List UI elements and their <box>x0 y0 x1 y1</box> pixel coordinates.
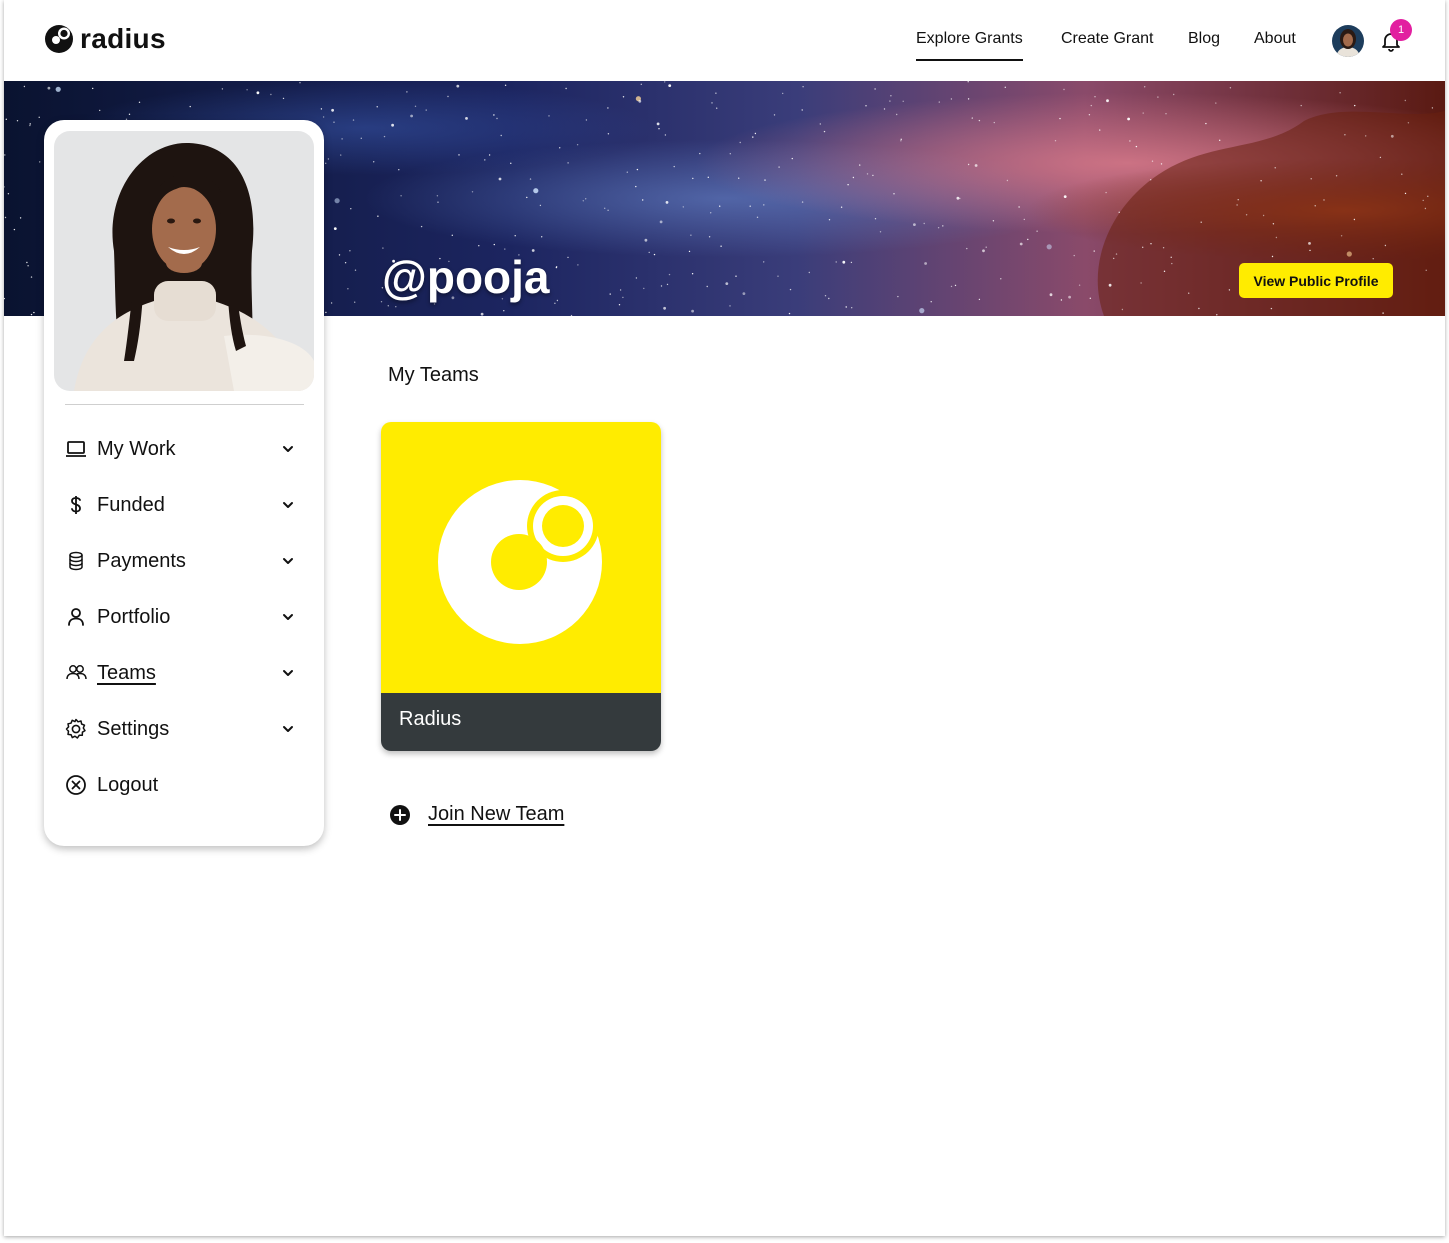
nav-blog[interactable]: Blog <box>1188 30 1220 48</box>
sidebar-item-funded[interactable]: Funded <box>65 490 295 520</box>
chevron-down-icon[interactable] <box>281 722 295 736</box>
sidebar-item-settings[interactable]: Settings <box>65 714 295 744</box>
sidebar-item-label: Logout <box>97 773 159 796</box>
logo[interactable]: radius <box>44 24 166 54</box>
sidebar-item-label: My Work <box>97 437 176 460</box>
sidebar-item-portfolio[interactable]: Portfolio <box>65 602 295 632</box>
top-header: radius Explore Grants Create Grant Blog … <box>4 0 1445 81</box>
profile-sidebar: My Work Funded Payments Portfolio Teams … <box>44 120 324 846</box>
sidebar-item-logout[interactable]: Logout <box>65 770 295 800</box>
logo-text: radius <box>80 23 166 54</box>
sidebar-item-label: Funded <box>97 493 165 516</box>
sidebar-item-label: Settings <box>97 717 170 740</box>
chevron-down-icon[interactable] <box>281 442 295 456</box>
chevron-down-icon[interactable] <box>281 610 295 624</box>
dollar-icon <box>65 494 87 516</box>
chevron-down-icon[interactable] <box>281 498 295 512</box>
gear-icon <box>65 718 87 740</box>
logo-icon <box>45 25 73 53</box>
sidebar-item-label: Payments <box>97 549 186 572</box>
notification-badge[interactable]: 1 <box>1390 19 1412 41</box>
nav-create-grant[interactable]: Create Grant <box>1061 30 1153 48</box>
username-handle: @pooja <box>382 251 550 303</box>
join-new-team-label: Join New Team <box>428 803 565 825</box>
join-new-team-link[interactable]: Join New Team <box>389 803 564 826</box>
database-icon <box>65 550 87 572</box>
chevron-down-icon[interactable] <box>281 666 295 680</box>
sidebar-item-my-work[interactable]: My Work <box>65 434 295 464</box>
page-frame: radius Explore Grants Create Grant Blog … <box>4 0 1445 1236</box>
view-public-profile-button[interactable]: View Public Profile <box>1239 263 1393 298</box>
team-card[interactable]: Radius <box>381 422 661 751</box>
profile-photo <box>54 131 314 391</box>
chevron-down-icon[interactable] <box>281 554 295 568</box>
laptop-icon <box>65 438 87 460</box>
team-logo-icon <box>438 480 602 644</box>
x-circle-icon <box>65 774 87 796</box>
user-icon <box>65 606 87 628</box>
avatar[interactable] <box>1332 25 1364 57</box>
sidebar-item-label: Portfolio <box>97 605 171 628</box>
team-logo-area <box>381 422 661 693</box>
sidebar-item-label: Teams <box>97 661 156 684</box>
users-icon <box>65 662 87 684</box>
plus-circle-icon <box>390 804 410 825</box>
nav-explore-grants[interactable]: Explore Grants <box>916 30 1023 61</box>
team-name: Radius <box>399 708 462 730</box>
nav-about[interactable]: About <box>1254 30 1296 48</box>
sidebar-item-payments[interactable]: Payments <box>65 546 295 576</box>
section-title: My Teams <box>388 364 479 386</box>
sidebar-item-teams[interactable]: Teams <box>65 658 295 688</box>
sidebar-divider <box>65 404 304 405</box>
team-card-footer: Radius <box>381 693 661 751</box>
